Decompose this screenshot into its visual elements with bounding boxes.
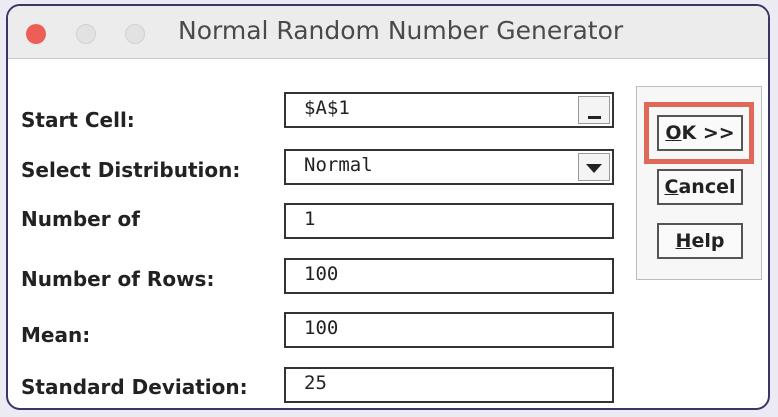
distribution-dropdown-button[interactable]: [578, 153, 610, 181]
cancel-button[interactable]: Cancel: [657, 169, 743, 205]
distribution-select[interactable]: Normal: [284, 149, 614, 185]
collapse-range-icon: [588, 116, 601, 119]
std-deviation-input[interactable]: 25: [284, 367, 614, 403]
std-deviation-label: Standard Deviation:: [21, 375, 248, 399]
columns-input[interactable]: 1: [284, 203, 614, 239]
std-deviation-value: 25: [304, 372, 327, 394]
columns-value: 1: [304, 208, 316, 230]
mean-input[interactable]: 100: [284, 312, 614, 348]
chevron-down-icon: [586, 164, 602, 173]
title-bar[interactable]: Normal Random Number Generator: [8, 6, 768, 59]
columns-label: Number of Columns:: [21, 208, 140, 232]
start-cell-label: Start Cell:: [21, 108, 135, 132]
help-button[interactable]: Help: [657, 223, 743, 259]
start-cell-value: $A$1: [304, 97, 350, 119]
mean-value: 100: [304, 317, 339, 339]
distribution-value: Normal: [304, 154, 373, 176]
zoom-window-button[interactable]: [125, 24, 145, 44]
range-select-button[interactable]: [578, 96, 610, 124]
close-window-button[interactable]: [26, 24, 46, 44]
mean-label: Mean:: [21, 323, 91, 347]
start-cell-field[interactable]: $A$1: [284, 92, 614, 128]
distribution-label: Select Distribution:: [21, 158, 241, 182]
minimize-window-button[interactable]: [76, 24, 96, 44]
rows-label: Number of Rows:: [21, 267, 215, 291]
window-title: Normal Random Number Generator: [178, 16, 624, 45]
rows-value: 100: [304, 263, 339, 285]
dialog-window: Normal Random Number Generator Start Cel…: [6, 4, 770, 410]
ok-button-highlight: [644, 102, 754, 164]
rows-input[interactable]: 100: [284, 258, 614, 294]
